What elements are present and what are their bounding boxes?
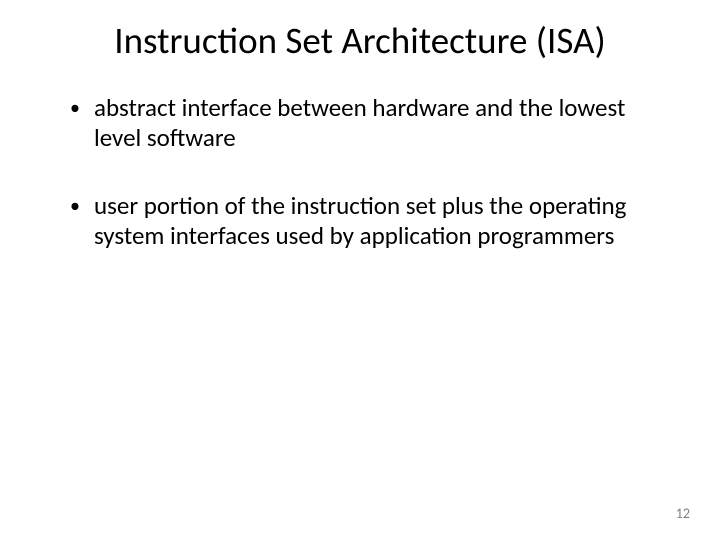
page-number: 12 <box>676 505 690 522</box>
bullet-text: user portion of the instruction set plus… <box>94 191 654 251</box>
bullet-text: abstract interface between hardware and … <box>94 93 654 153</box>
slide-title: Instruction Set Architecture (ISA) <box>40 18 680 63</box>
slide-content: • abstract interface between hardware an… <box>40 93 680 251</box>
bullet-icon: • <box>70 93 80 123</box>
bullet-icon: • <box>70 191 80 221</box>
slide: Instruction Set Architecture (ISA) • abs… <box>0 0 720 540</box>
bullet-item: • user portion of the instruction set pl… <box>70 191 680 251</box>
bullet-item: • abstract interface between hardware an… <box>70 93 680 153</box>
